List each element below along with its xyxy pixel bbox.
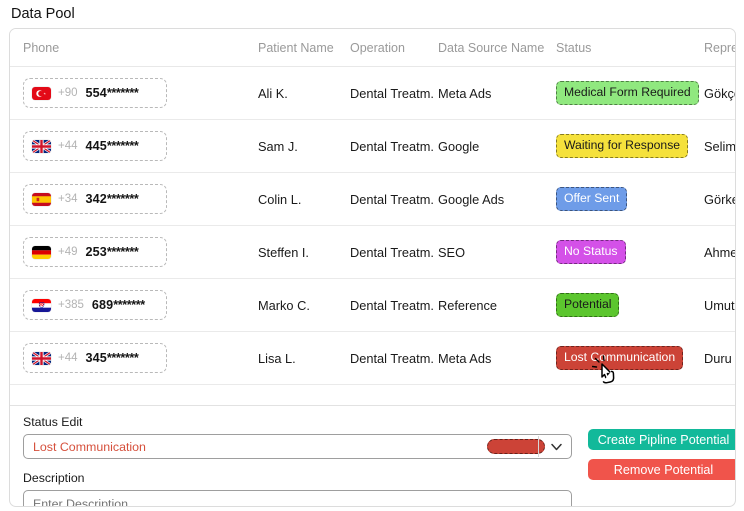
phone-pill[interactable]: +44 445*******	[23, 131, 167, 161]
page-title: Data Pool	[11, 6, 75, 22]
cell-status: Offer Sent	[556, 172, 704, 226]
column-header-phone: Phone	[10, 29, 258, 67]
cell-representative: Selim K.	[704, 119, 735, 173]
cell-data-source-name: Meta Ads	[438, 331, 556, 385]
cell-data-source-name: Meta Ads	[438, 66, 556, 120]
cell-status: No Status	[556, 225, 704, 279]
cell-patient-name: Colin L.	[258, 172, 350, 226]
dial-code: +34	[58, 193, 78, 205]
cell-status: Potential	[556, 278, 704, 332]
cell-status: Medical Form Required	[556, 66, 704, 120]
data-pool-screen: Data Pool Phone Patient Name Operation D…	[0, 0, 744, 511]
table-row[interactable]: +90 554******* Ali K. Dental Treatm. Meta Ad…	[10, 66, 735, 120]
table-header-row: Phone Patient Name Operation Data Source…	[10, 29, 735, 67]
create-pipline-potential-button[interactable]: Create Pipline Potential	[588, 429, 735, 450]
data-pool-card: Phone Patient Name Operation Data Source…	[9, 28, 736, 507]
dial-code: +385	[58, 299, 84, 311]
dial-code: +44	[58, 352, 78, 364]
cell-data-source-name: Google Ads	[438, 172, 556, 226]
dial-code: +90	[58, 87, 78, 99]
status-badge[interactable]: Potential	[556, 293, 620, 317]
cell-patient-name: Marko C.	[258, 278, 350, 332]
column-header-operation: Operation	[350, 29, 438, 67]
status-color-swatch	[487, 439, 545, 454]
remove-potential-button[interactable]: Remove Potential	[588, 459, 735, 480]
status-select-value: Lost Communication	[33, 439, 146, 454]
description-input[interactable]	[23, 490, 572, 506]
cell-patient-name: Ali K.	[258, 66, 350, 120]
phone-pill[interactable]: +49 253*******	[23, 237, 167, 267]
cell-representative: Ahmet S.	[704, 225, 735, 279]
dial-code: +44	[58, 140, 78, 152]
data-pool-table: Phone Patient Name Operation Data Source…	[10, 29, 735, 385]
cell-phone: +34 342*******	[10, 172, 258, 226]
cell-operation: Dental Treatm.	[350, 66, 438, 120]
cell-phone: +90 554*******	[10, 66, 258, 120]
status-edit-panel: Status Edit Lost Communication Descripti…	[10, 405, 735, 506]
gb-flag-icon	[32, 351, 51, 365]
es-flag-icon	[32, 192, 51, 206]
table-row[interactable]: +49 253******* Steffen I. Dental Treatm. SEO…	[10, 225, 735, 279]
table-row[interactable]: +34 342******* Colin L. Dental Treatm. Googl…	[10, 172, 735, 226]
cell-data-source-name: SEO	[438, 225, 556, 279]
cell-representative: Umut I.	[704, 278, 735, 332]
cell-operation: Dental Treatm.	[350, 119, 438, 173]
column-header-status: Status	[556, 29, 704, 67]
cell-representative: Görkem A.	[704, 172, 735, 226]
phone-number: 445*******	[85, 139, 139, 153]
table-row[interactable]: +44 345******* Lisa L. Dental Treatm. Meta A…	[10, 331, 735, 385]
cell-representative: Gökçe T.	[704, 66, 735, 120]
status-badge[interactable]: Lost Communication	[556, 346, 684, 370]
phone-number: 345*******	[85, 351, 139, 365]
select-divider	[538, 436, 539, 457]
cell-status: Lost Communication	[556, 331, 704, 385]
status-badge[interactable]: Offer Sent	[556, 187, 628, 211]
dial-code: +49	[58, 246, 78, 258]
cell-representative: Duru C.	[704, 331, 735, 385]
phone-pill[interactable]: +90 554*******	[23, 78, 167, 108]
status-badge[interactable]: Waiting for Response	[556, 134, 689, 158]
cell-data-source-name: Google	[438, 119, 556, 173]
status-edit-label: Status Edit	[23, 415, 83, 429]
cell-phone: +385 689*******	[10, 278, 258, 332]
phone-pill[interactable]: +385 689*******	[23, 290, 167, 320]
de-flag-icon	[32, 245, 51, 259]
status-badge[interactable]: No Status	[556, 240, 626, 264]
cell-operation: Dental Treatm.	[350, 331, 438, 385]
cell-operation: Dental Treatm.	[350, 172, 438, 226]
phone-pill[interactable]: +34 342*******	[23, 184, 167, 214]
table-row[interactable]: +385 689******* Marko C. Dental Treatm. Refe…	[10, 278, 735, 332]
cell-operation: Dental Treatm.	[350, 278, 438, 332]
tr-flag-icon	[32, 86, 51, 100]
phone-number: 689*******	[91, 298, 145, 312]
cell-patient-name: Lisa L.	[258, 331, 350, 385]
column-header-data-source-name: Data Source Name	[438, 29, 556, 67]
phone-number: 342*******	[85, 192, 139, 206]
chevron-down-icon[interactable]	[551, 443, 562, 450]
column-header-representative: Representative	[704, 29, 735, 67]
status-badge[interactable]: Medical Form Required	[556, 81, 699, 105]
cell-patient-name: Sam J.	[258, 119, 350, 173]
cell-status: Waiting for Response	[556, 119, 704, 173]
column-header-patient-name: Patient Name	[258, 29, 350, 67]
cell-phone: +44 345*******	[10, 331, 258, 385]
phone-pill[interactable]: +44 345*******	[23, 343, 167, 373]
table-row[interactable]: +44 445******* Sam J. Dental Treatm. Google W…	[10, 119, 735, 173]
table-body: +90 554******* Ali K. Dental Treatm. Meta Ad…	[10, 66, 735, 385]
cell-data-source-name: Reference	[438, 278, 556, 332]
status-select[interactable]: Lost Communication	[23, 434, 572, 459]
gb-flag-icon	[32, 139, 51, 153]
phone-number: 554*******	[85, 86, 139, 100]
cell-operation: Dental Treatm.	[350, 225, 438, 279]
cell-patient-name: Steffen I.	[258, 225, 350, 279]
cell-phone: +49 253*******	[10, 225, 258, 279]
phone-number: 253*******	[85, 245, 139, 259]
hr-flag-icon	[32, 298, 51, 312]
cell-phone: +44 445*******	[10, 119, 258, 173]
